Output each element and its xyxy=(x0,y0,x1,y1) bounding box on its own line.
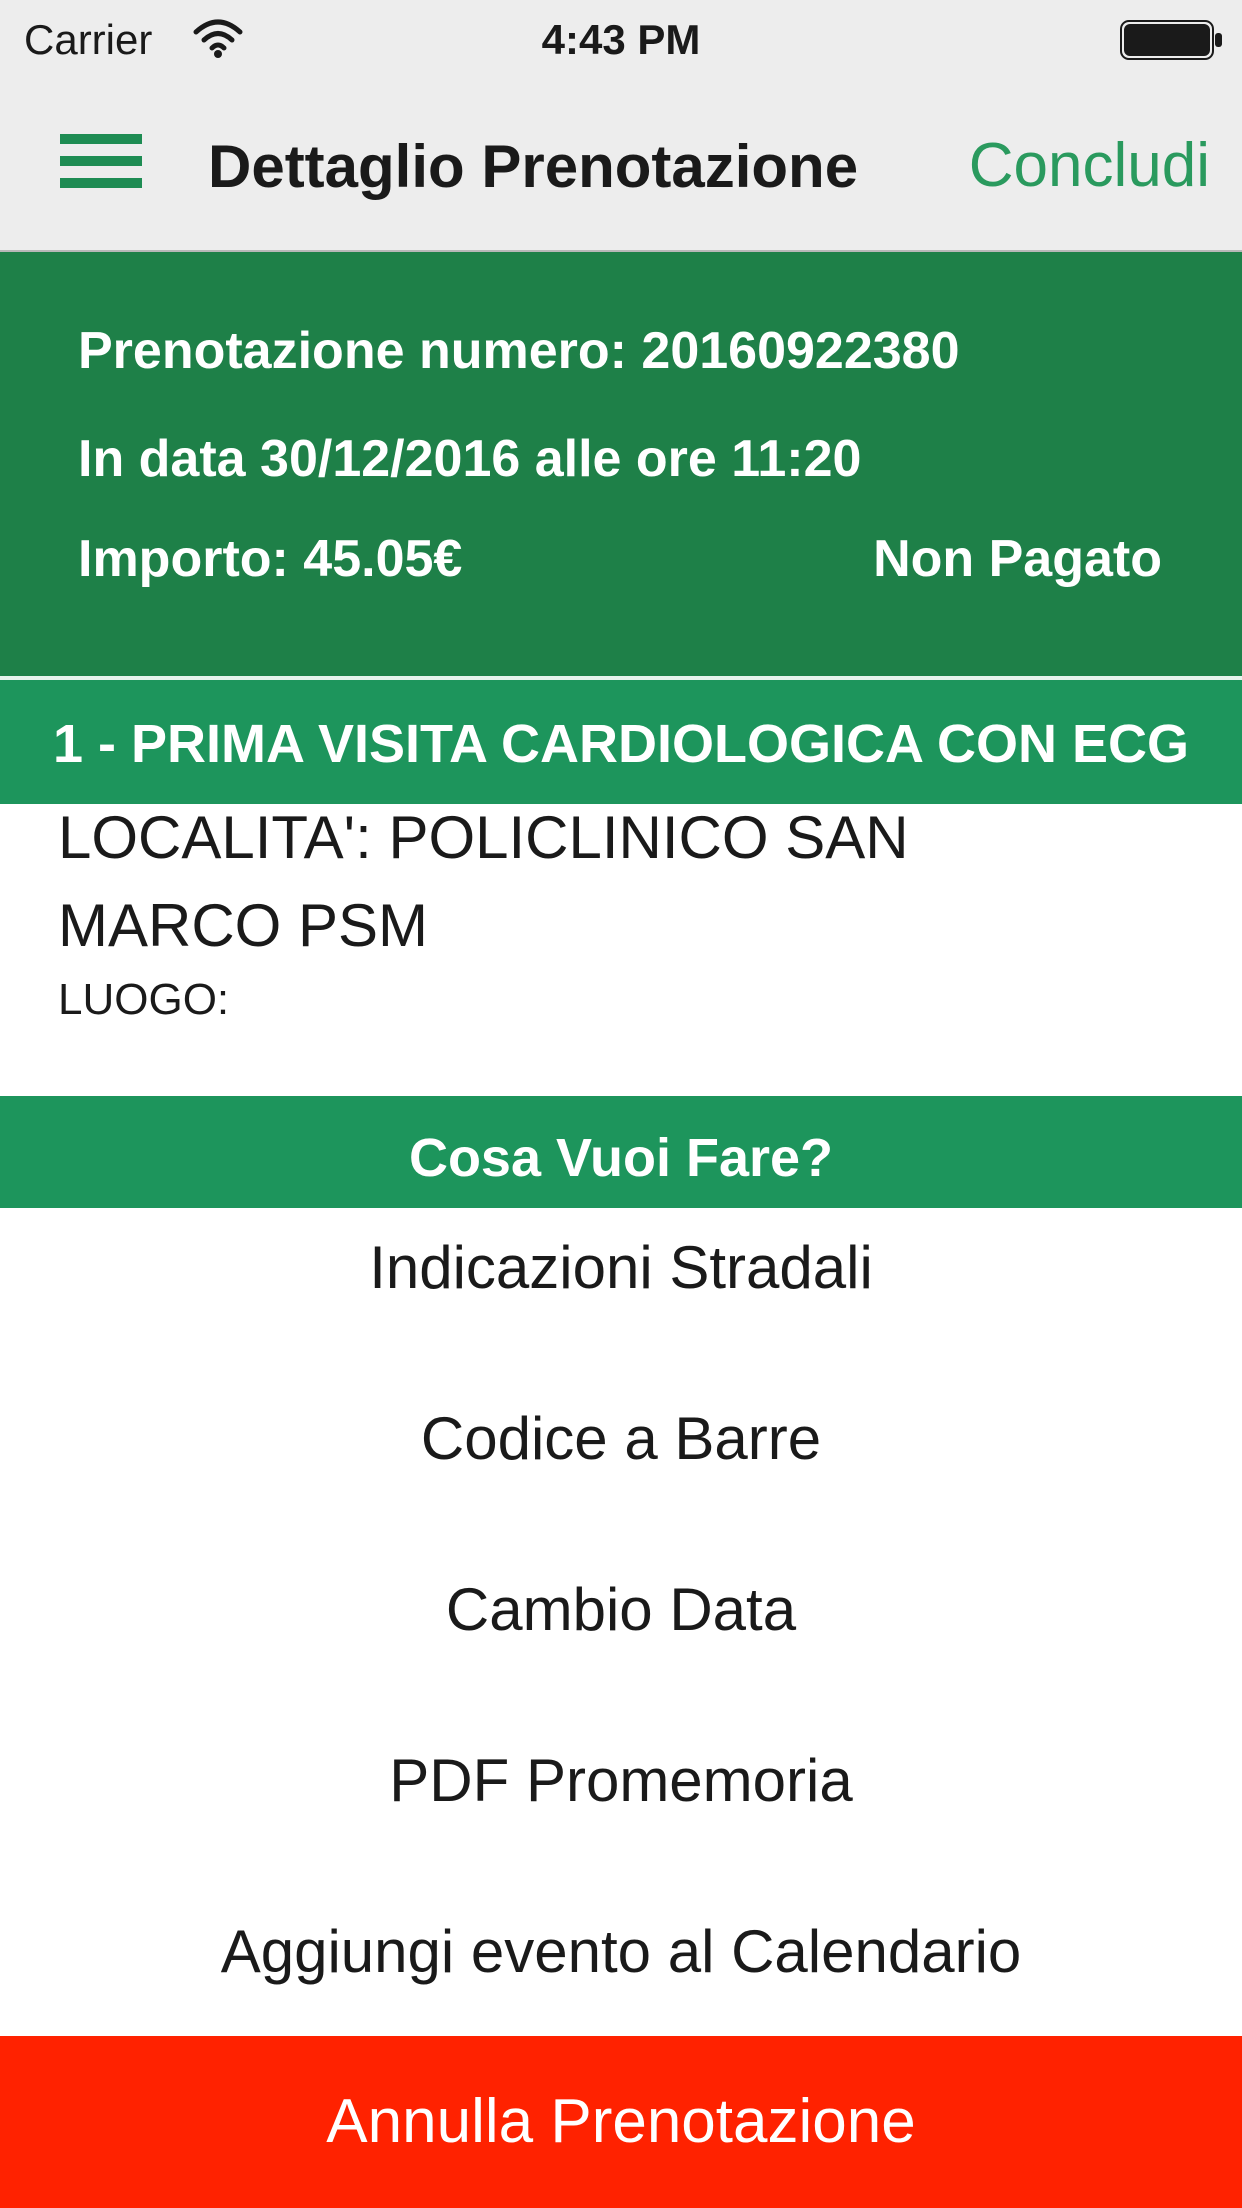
place-label: LUOGO: xyxy=(58,975,230,1024)
booking-summary: Prenotazione numero: 20160922380 In data… xyxy=(0,252,1242,676)
directions-button[interactable]: Indicazioni Stradali xyxy=(0,1208,1242,1328)
navigation-bar: Dettaglio Prenotazione Concludi xyxy=(0,80,1242,252)
status-time: 4:43 PM xyxy=(541,16,701,63)
booking-amount: Importo: 45.05€ xyxy=(78,530,463,588)
location-block: LOCALITA': POLICLINICO SAN MARCO PSM LUO… xyxy=(58,794,1188,1026)
booking-detail-screen: Carrier 4:43 PM Dettaglio Prenotazione C… xyxy=(0,0,1242,2208)
add-calendar-event-button[interactable]: Aggiungi evento al Calendario xyxy=(0,1892,1242,2012)
actions-header: Cosa Vuoi Fare? xyxy=(0,1096,1242,1220)
pdf-reminder-button[interactable]: PDF Promemoria xyxy=(0,1721,1242,1841)
page-title: Dettaglio Prenotazione xyxy=(208,133,859,200)
change-date-button[interactable]: Cambio Data xyxy=(0,1550,1242,1670)
booking-number: Prenotazione numero: 20160922380 xyxy=(78,322,960,380)
booking-date: In data 30/12/2016 alle ore 11:20 xyxy=(78,430,862,488)
location-text: LOCALITA': POLICLINICO SAN MARCO PSM xyxy=(58,804,909,959)
cancel-booking-button[interactable]: Annulla Prenotazione xyxy=(0,2036,1242,2208)
done-button[interactable]: Concludi xyxy=(969,130,1210,202)
actions-title: Cosa Vuoi Fare? xyxy=(408,1128,834,1188)
barcode-button[interactable]: Codice a Barre xyxy=(0,1379,1242,1499)
service-title: 1 - PRIMA VISITA CARDIOLOGICA CON ECG xyxy=(52,714,1190,774)
payment-status: Non Pagato xyxy=(873,530,1162,588)
battery-icon xyxy=(1120,20,1222,60)
hamburger-menu-icon[interactable] xyxy=(60,134,142,188)
status-bar: Carrier 4:43 PM xyxy=(0,0,1242,80)
service-header: 1 - PRIMA VISITA CARDIOLOGICA CON ECG xyxy=(0,680,1242,804)
